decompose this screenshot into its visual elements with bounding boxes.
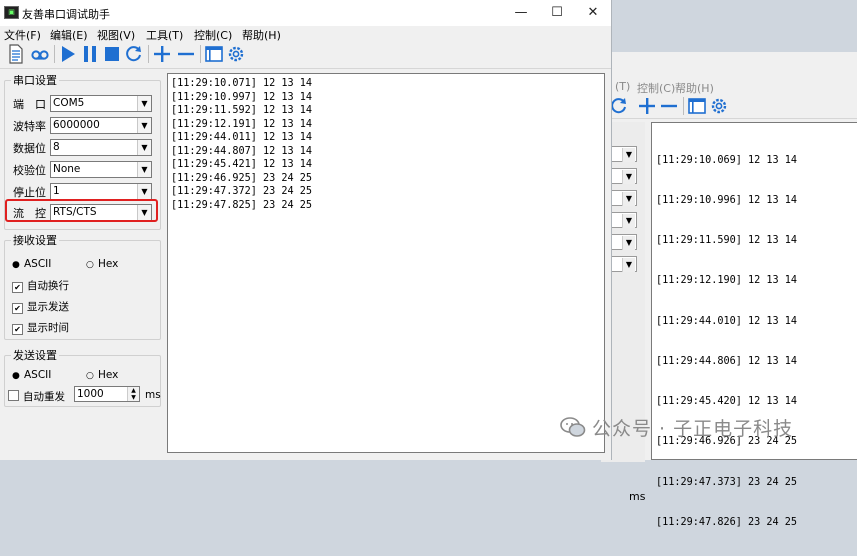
port-label: 端 口 [13, 98, 46, 111]
bg-receive-line: [11:29:47.373] 23 24 25 [656, 476, 798, 488]
receive-line: [11:29:47.372] 23 24 25 [171, 186, 313, 197]
receive-line: [11:29:10.997] 12 13 14 [171, 91, 313, 103]
decrement-icon: ▼ [127, 394, 139, 401]
receive-settings-legend: 接收设置 [13, 234, 57, 247]
parity-label: 校验位 [13, 164, 46, 177]
minus-icon[interactable] [659, 96, 679, 116]
receive-area[interactable]: [11:29:10.071] 12 13 14 [11:29:10.997] 1… [167, 73, 605, 453]
receive-line: [11:29:11.592] 12 13 14 [171, 105, 313, 116]
menu-file[interactable]: 文件(F) [4, 27, 41, 43]
check-icon: ✔ [12, 324, 23, 335]
flow-control-highlight [5, 199, 158, 222]
checkbox-empty-icon [8, 390, 19, 401]
databits-label: 数据位 [13, 142, 46, 155]
menu-help[interactable]: 帮助(H) [242, 27, 281, 43]
increment-icon: ▲ [127, 387, 139, 394]
window-title: 友善串口调试助手 [22, 8, 110, 21]
bg-receive-line: [11:29:10.069] 12 13 14 [656, 154, 798, 166]
check-icon: ✔ [12, 282, 23, 293]
watermark-text: 公众号 · 子正电子科技 [592, 418, 794, 440]
chevron-down-icon: ▼ [137, 118, 151, 133]
bg-receive-line: [11:29:11.590] 12 13 14 [656, 235, 798, 247]
auto-resend-checkbox[interactable]: 自动重发 [8, 389, 65, 404]
window-layout-icon[interactable] [204, 44, 224, 64]
background-window: (T) 控制(C) 帮助(H) ▼ ▼ ▼ ▼ ▼ ▼ [11:29:10.06… [600, 52, 857, 528]
chevron-down-icon: ▼ [137, 96, 151, 111]
bg-receive-line: [11:29:47.826] 23 24 25 [656, 516, 798, 528]
pause-icon[interactable] [80, 44, 100, 64]
bg-toolbar [601, 94, 857, 119]
radio-unselected-icon: ○ [86, 371, 94, 381]
stopbits-label: 停止位 [13, 186, 46, 199]
bg-receive-line: [11:29:44.806] 12 13 14 [656, 355, 798, 367]
title-bar: ▣ 友善串口调试助手 — ☐ ✕ [0, 0, 611, 26]
chevron-down-icon: ▼ [137, 184, 151, 199]
bg-receive-area[interactable]: [11:29:10.069] 12 13 14 [11:29:10.996] 1… [651, 122, 857, 528]
gear-icon[interactable] [226, 44, 246, 64]
bg-receive-line: [11:29:10.996] 12 13 14 [656, 195, 798, 207]
radio-selected-icon: ● [12, 260, 20, 270]
chevron-down-icon: ▼ [137, 140, 151, 155]
chevron-down-icon: ▼ [137, 162, 151, 177]
menu-bar: 文件(F) 编辑(E) 视图(V) 工具(T) 控制(C) 帮助(H) [0, 26, 611, 42]
send-ascii-radio[interactable]: ● ASCII [12, 369, 51, 381]
window-icon[interactable] [687, 96, 707, 116]
menu-edit[interactable]: 编辑(E) [50, 27, 88, 43]
receive-line: [11:29:45.421] 12 13 14 [171, 159, 313, 170]
document-icon[interactable] [6, 44, 26, 64]
receive-line: [11:29:10.071] 12 13 14 [171, 78, 313, 89]
auto-wrap-checkbox[interactable]: ✔ 自动换行 [12, 278, 69, 293]
refresh-icon[interactable] [609, 96, 629, 116]
menu-tools[interactable]: 工具(T) [146, 27, 183, 43]
record-icon[interactable] [30, 44, 50, 64]
stop-icon[interactable] [102, 44, 122, 64]
bg-menubar: (T) 控制(C) 帮助(H) [601, 78, 857, 95]
stopbits-select[interactable]: 1 ▼ [50, 183, 152, 200]
resend-interval-stepper[interactable]: 1000 ▲ ▼ [74, 386, 140, 402]
minus-icon[interactable] [176, 44, 196, 64]
port-select[interactable]: COM5 ▼ [50, 95, 152, 112]
bg-receive-line: [11:29:12.190] 12 13 14 [656, 275, 798, 287]
show-time-checkbox[interactable]: ✔ 显示时间 [12, 320, 69, 335]
baud-select[interactable]: 6000000 ▼ [50, 117, 152, 134]
bg-menu-item[interactable]: (T) [615, 80, 630, 93]
gear-icon[interactable] [709, 96, 729, 116]
serial-settings-legend: 串口设置 [13, 74, 57, 87]
receive-hex-radio[interactable]: ○ Hex [86, 258, 118, 270]
receive-line: [11:29:46.925] 23 24 25 [171, 172, 313, 184]
play-icon[interactable] [58, 44, 78, 64]
bg-receive-line: [11:29:44.010] 12 13 14 [656, 315, 798, 327]
send-hex-radio[interactable]: ○ Hex [86, 369, 118, 381]
receive-line: [11:29:44.807] 12 13 14 [171, 145, 313, 157]
send-settings-legend: 发送设置 [13, 349, 57, 362]
app-icon: ▣ [4, 6, 19, 19]
radio-selected-icon: ● [12, 371, 20, 381]
refresh-icon[interactable] [124, 44, 144, 64]
show-send-checkbox[interactable]: ✔ 显示发送 [12, 299, 69, 314]
receive-ascii-radio[interactable]: ● ASCII [12, 258, 51, 270]
bg-ms-unit: ms [629, 490, 646, 503]
close-button[interactable]: ✕ [571, 0, 615, 26]
databits-select[interactable]: 8 ▼ [50, 139, 152, 156]
receive-line: [11:29:47.825] 23 24 25 [171, 199, 313, 211]
baud-label: 波特率 [13, 120, 46, 133]
bg-receive-line: [11:29:45.420] 12 13 14 [656, 396, 798, 408]
radio-unselected-icon: ○ [86, 260, 94, 270]
receive-line: [11:29:12.191] 12 13 14 [171, 118, 313, 130]
add-icon[interactable] [152, 44, 172, 64]
receive-line: [11:29:44.011] 12 13 14 [171, 132, 313, 143]
parity-select[interactable]: None ▼ [50, 161, 152, 178]
check-icon: ✔ [12, 303, 23, 314]
menu-control[interactable]: 控制(C) [194, 27, 232, 43]
wechat-icon [560, 417, 586, 437]
add-icon[interactable] [637, 96, 657, 116]
interval-unit: ms [145, 389, 161, 401]
toolbar [0, 42, 611, 69]
main-window: ▣ 友善串口调试助手 — ☐ ✕ 文件(F) 编辑(E) 视图(V) 工具(T)… [0, 0, 612, 460]
menu-view[interactable]: 视图(V) [97, 27, 135, 43]
